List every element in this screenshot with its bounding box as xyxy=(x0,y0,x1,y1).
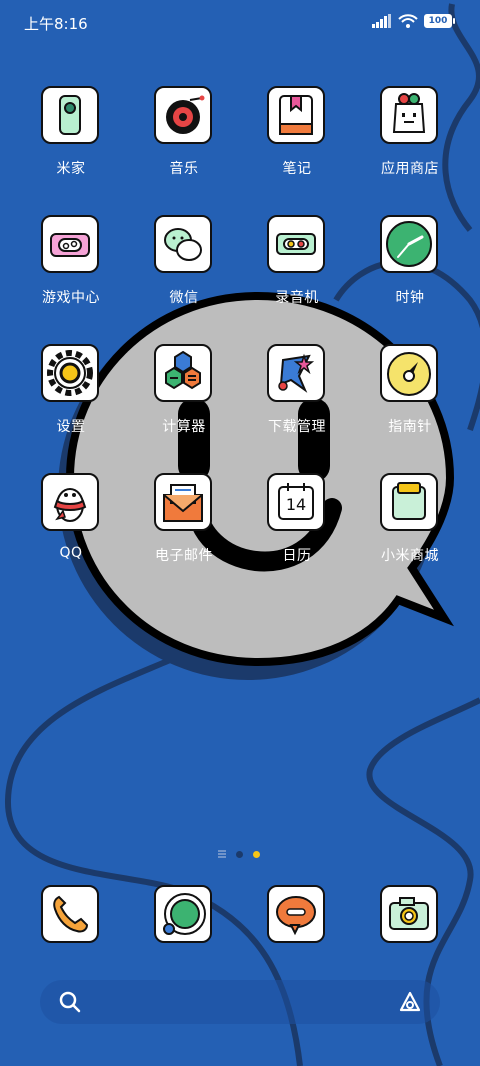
wifi-icon xyxy=(398,14,418,28)
app-mi-store[interactable]: 小米商城 xyxy=(360,473,460,583)
downloads-icon xyxy=(278,353,315,393)
app-calculator[interactable]: 计算器 xyxy=(134,344,234,454)
app-label: 小米商城 xyxy=(381,548,439,564)
app-downloads[interactable]: 下载管理 xyxy=(247,344,347,454)
app-label: 日历 xyxy=(282,548,312,564)
app-label: 应用商店 xyxy=(381,161,439,177)
game-center-icon xyxy=(50,233,90,257)
app-label: 米家 xyxy=(56,161,86,177)
compass-icon xyxy=(387,352,431,396)
app-label: 时钟 xyxy=(395,290,425,306)
app-calendar[interactable]: 14 日历 xyxy=(247,473,347,583)
app-label: 电子邮件 xyxy=(155,548,213,564)
page-indicator xyxy=(0,848,480,862)
mi-store-icon xyxy=(392,482,426,520)
menu-lines-icon xyxy=(218,850,226,858)
app-clock[interactable]: 时钟 xyxy=(360,215,460,325)
dock-camera[interactable] xyxy=(360,885,460,995)
calendar-icon: 14 xyxy=(278,483,314,520)
app-qq[interactable]: QQ xyxy=(21,473,121,583)
search-icon[interactable] xyxy=(58,990,82,1014)
app-label: 录音机 xyxy=(275,290,319,306)
app-label: 指南针 xyxy=(388,419,432,435)
gear-icon xyxy=(47,350,93,396)
app-label: 游戏中心 xyxy=(42,290,100,306)
mijia-icon xyxy=(59,95,81,135)
app-email[interactable]: 电子邮件 xyxy=(134,473,234,583)
app-label: QQ xyxy=(59,545,83,561)
battery-icon: 100 xyxy=(424,14,455,28)
app-music[interactable]: 音乐 xyxy=(134,86,234,196)
battery-level: 100 xyxy=(428,16,448,26)
status-bar: 上午8:16 100 xyxy=(0,0,480,44)
email-icon xyxy=(163,484,203,522)
app-app-store[interactable]: 应用商店 xyxy=(360,86,460,196)
app-settings[interactable]: 设置 xyxy=(21,344,121,454)
calendar-day: 14 xyxy=(286,495,306,514)
app-label: 设置 xyxy=(56,419,86,435)
phone-icon xyxy=(53,895,89,933)
app-wechat[interactable]: 微信 xyxy=(134,215,234,325)
page-dot-active[interactable] xyxy=(253,851,260,858)
app-compass[interactable]: 指南针 xyxy=(360,344,460,454)
notes-icon xyxy=(279,95,313,135)
calculator-icon xyxy=(165,350,201,390)
assistant-icon[interactable] xyxy=(398,990,422,1014)
wechat-icon xyxy=(164,228,202,261)
dock-browser[interactable] xyxy=(134,885,234,995)
app-label: 计算器 xyxy=(162,419,206,435)
recorder-icon xyxy=(276,233,316,255)
app-label: 微信 xyxy=(169,290,199,306)
signal-icon xyxy=(372,14,391,28)
search-bar[interactable] xyxy=(40,980,440,1024)
app-label: 下载管理 xyxy=(268,419,326,435)
qq-icon xyxy=(53,488,87,522)
page-dot[interactable] xyxy=(236,851,243,858)
browser-icon xyxy=(163,893,206,935)
app-recorder[interactable]: 录音机 xyxy=(247,215,347,325)
camera-icon xyxy=(389,897,429,930)
music-icon xyxy=(166,95,205,134)
app-game-center[interactable]: 游戏中心 xyxy=(21,215,121,325)
clock-icon xyxy=(386,221,432,267)
app-store-icon xyxy=(392,93,426,133)
dock-messages[interactable] xyxy=(247,885,347,995)
status-time: 上午8:16 xyxy=(24,15,88,33)
dock-phone[interactable] xyxy=(21,885,121,995)
messages-icon xyxy=(276,896,316,936)
app-notes[interactable]: 笔记 xyxy=(247,86,347,196)
app-mijia[interactable]: 米家 xyxy=(21,86,121,196)
app-label: 音乐 xyxy=(169,161,199,177)
app-label: 笔记 xyxy=(282,161,312,177)
